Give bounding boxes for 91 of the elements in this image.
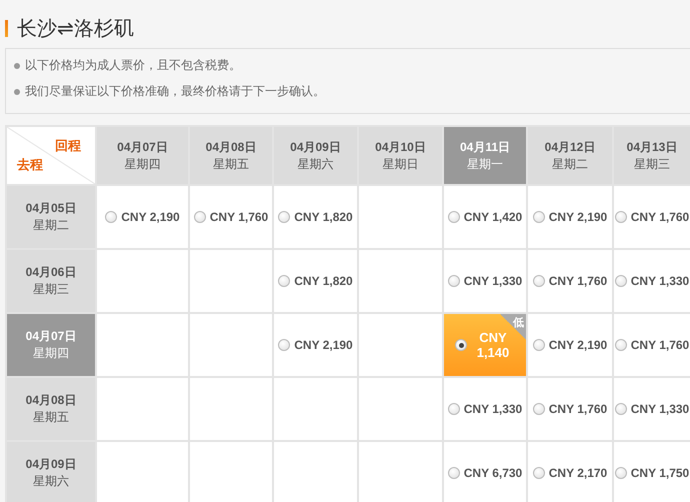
depart-label: 去程 xyxy=(17,156,43,174)
price-text: CNY 1,760 xyxy=(548,274,608,288)
route-title: 长沙⇌洛杉矶 xyxy=(17,16,134,42)
radio-button[interactable] xyxy=(532,403,545,415)
fare-cell[interactable]: CNY 1,330 xyxy=(614,378,690,440)
radio-button[interactable] xyxy=(614,403,627,415)
weekday-text: 星期二 xyxy=(33,217,69,234)
date-text: 04月09日 xyxy=(290,138,341,156)
radio-button[interactable] xyxy=(614,211,627,223)
radio-button[interactable] xyxy=(614,467,627,479)
fare-cell[interactable]: CNY 1,760 xyxy=(528,378,612,440)
fare-cell[interactable]: CNY 2,190 xyxy=(528,186,612,248)
fare-cell[interactable]: CNY 1,330 xyxy=(444,378,526,440)
price-text: CNY 1,760 xyxy=(210,210,268,224)
price-text: CNY 2,190 xyxy=(294,338,353,352)
fare-cell[interactable]: CNY 2,190 xyxy=(97,186,188,248)
fare-cell[interactable]: CNY 1,820 xyxy=(274,186,357,248)
price-text: CNY 1,820 xyxy=(294,274,353,288)
radio-button[interactable] xyxy=(194,211,206,223)
radio-button[interactable] xyxy=(448,403,460,415)
weekday-text: 星期四 xyxy=(33,345,69,362)
title-accent-bar xyxy=(5,20,8,36)
fare-cell[interactable]: CNY 1,760 xyxy=(528,250,612,312)
date-text: 04月11日 xyxy=(460,138,510,156)
radio-button[interactable] xyxy=(448,275,460,287)
fare-cell[interactable]: CNY 1,760 xyxy=(190,186,272,248)
price-text: CNY 2,170 xyxy=(548,466,608,480)
fare-cell[interactable]: CNY 1,760 xyxy=(614,186,690,248)
weekday-text: 星期五 xyxy=(213,156,249,172)
radio-button[interactable] xyxy=(448,211,460,223)
radio-button[interactable] xyxy=(278,211,290,223)
date-text: 04月12日 xyxy=(544,138,596,156)
weekday-text: 星期四 xyxy=(124,156,160,172)
radio-button[interactable] xyxy=(614,339,627,351)
fare-cell[interactable]: CNY 1,820 xyxy=(274,250,357,312)
price-text: CNY 1,760 xyxy=(630,338,690,352)
price-text: CNY 1,330 xyxy=(464,274,522,288)
radio-button[interactable] xyxy=(532,467,545,479)
notice-text: 我们尽量保证以下价格准确，最终价格请于下一步确认。 xyxy=(25,83,325,100)
weekday-text: 星期三 xyxy=(634,156,670,172)
radio-button[interactable] xyxy=(532,275,545,287)
price-text: CNY 1,330 xyxy=(630,402,690,416)
radio-button[interactable] xyxy=(278,275,290,287)
radio-button[interactable] xyxy=(614,275,627,287)
return-label: 回程 xyxy=(55,137,81,155)
weekday-text: 星期三 xyxy=(33,281,69,298)
fare-cell[interactable]: CNY 1,330 xyxy=(444,250,526,312)
price-text: CNY 1,330 xyxy=(464,402,522,416)
radio-button[interactable] xyxy=(105,211,118,223)
price-text: CNY 1,760 xyxy=(630,210,690,224)
fare-cell[interactable]: CNY 2,170 xyxy=(528,442,612,502)
weekday-text: 星期日 xyxy=(382,156,418,172)
price-text: CNY 1,760 xyxy=(548,402,608,416)
price-text: CNY 2,190 xyxy=(548,210,608,224)
date-text: 04月13日 xyxy=(626,138,678,156)
weekday-text: 星期一 xyxy=(467,156,503,172)
date-text: 04月07日 xyxy=(26,328,76,345)
price-text: CNY 1,820 xyxy=(294,210,353,224)
date-text: 04月08日 xyxy=(206,138,256,156)
radio-button[interactable] xyxy=(455,339,467,351)
weekday-text: 星期六 xyxy=(33,473,69,490)
fare-cell[interactable]: CNY 1,420 xyxy=(444,186,526,248)
radio-button[interactable] xyxy=(278,339,290,351)
date-text: 04月08日 xyxy=(26,392,76,409)
fare-cell[interactable]: CNY 6,730 xyxy=(444,442,526,502)
price-text: CNY 2,190 xyxy=(121,210,180,224)
weekday-text: 星期六 xyxy=(298,156,334,172)
fare-cell[interactable]: CNY 1,330 xyxy=(614,250,690,312)
date-text: 04月10日 xyxy=(375,138,426,156)
fare-cell[interactable]: CNY 1,750 xyxy=(614,442,690,502)
date-text: 04月07日 xyxy=(117,138,168,156)
weekday-text: 星期五 xyxy=(33,409,69,426)
price-text: CNY 1,420 xyxy=(464,210,522,224)
price-text: CNY 1,140 xyxy=(476,330,510,360)
bullet-icon xyxy=(14,88,20,94)
fare-cell[interactable]: CNY 2,190 xyxy=(528,314,612,376)
date-text: 04月09日 xyxy=(26,456,76,473)
date-text: 04月05日 xyxy=(26,200,76,217)
weekday-text: 星期二 xyxy=(552,156,588,172)
notice-text: 以下价格均为成人票价，且不包含税费。 xyxy=(25,57,241,74)
radio-button[interactable] xyxy=(532,339,545,351)
price-text: CNY 2,190 xyxy=(548,338,608,352)
date-text: 04月06日 xyxy=(26,264,76,281)
bullet-icon xyxy=(14,62,20,68)
price-text: CNY 6,730 xyxy=(464,466,522,480)
fare-cell[interactable]: CNY 2,190 xyxy=(274,314,357,376)
radio-button[interactable] xyxy=(532,211,545,223)
radio-button[interactable] xyxy=(448,467,460,479)
fare-cell[interactable]: CNY 1,760 xyxy=(614,314,690,376)
price-text: CNY 1,330 xyxy=(630,274,690,288)
price-text: CNY 1,750 xyxy=(630,466,690,480)
